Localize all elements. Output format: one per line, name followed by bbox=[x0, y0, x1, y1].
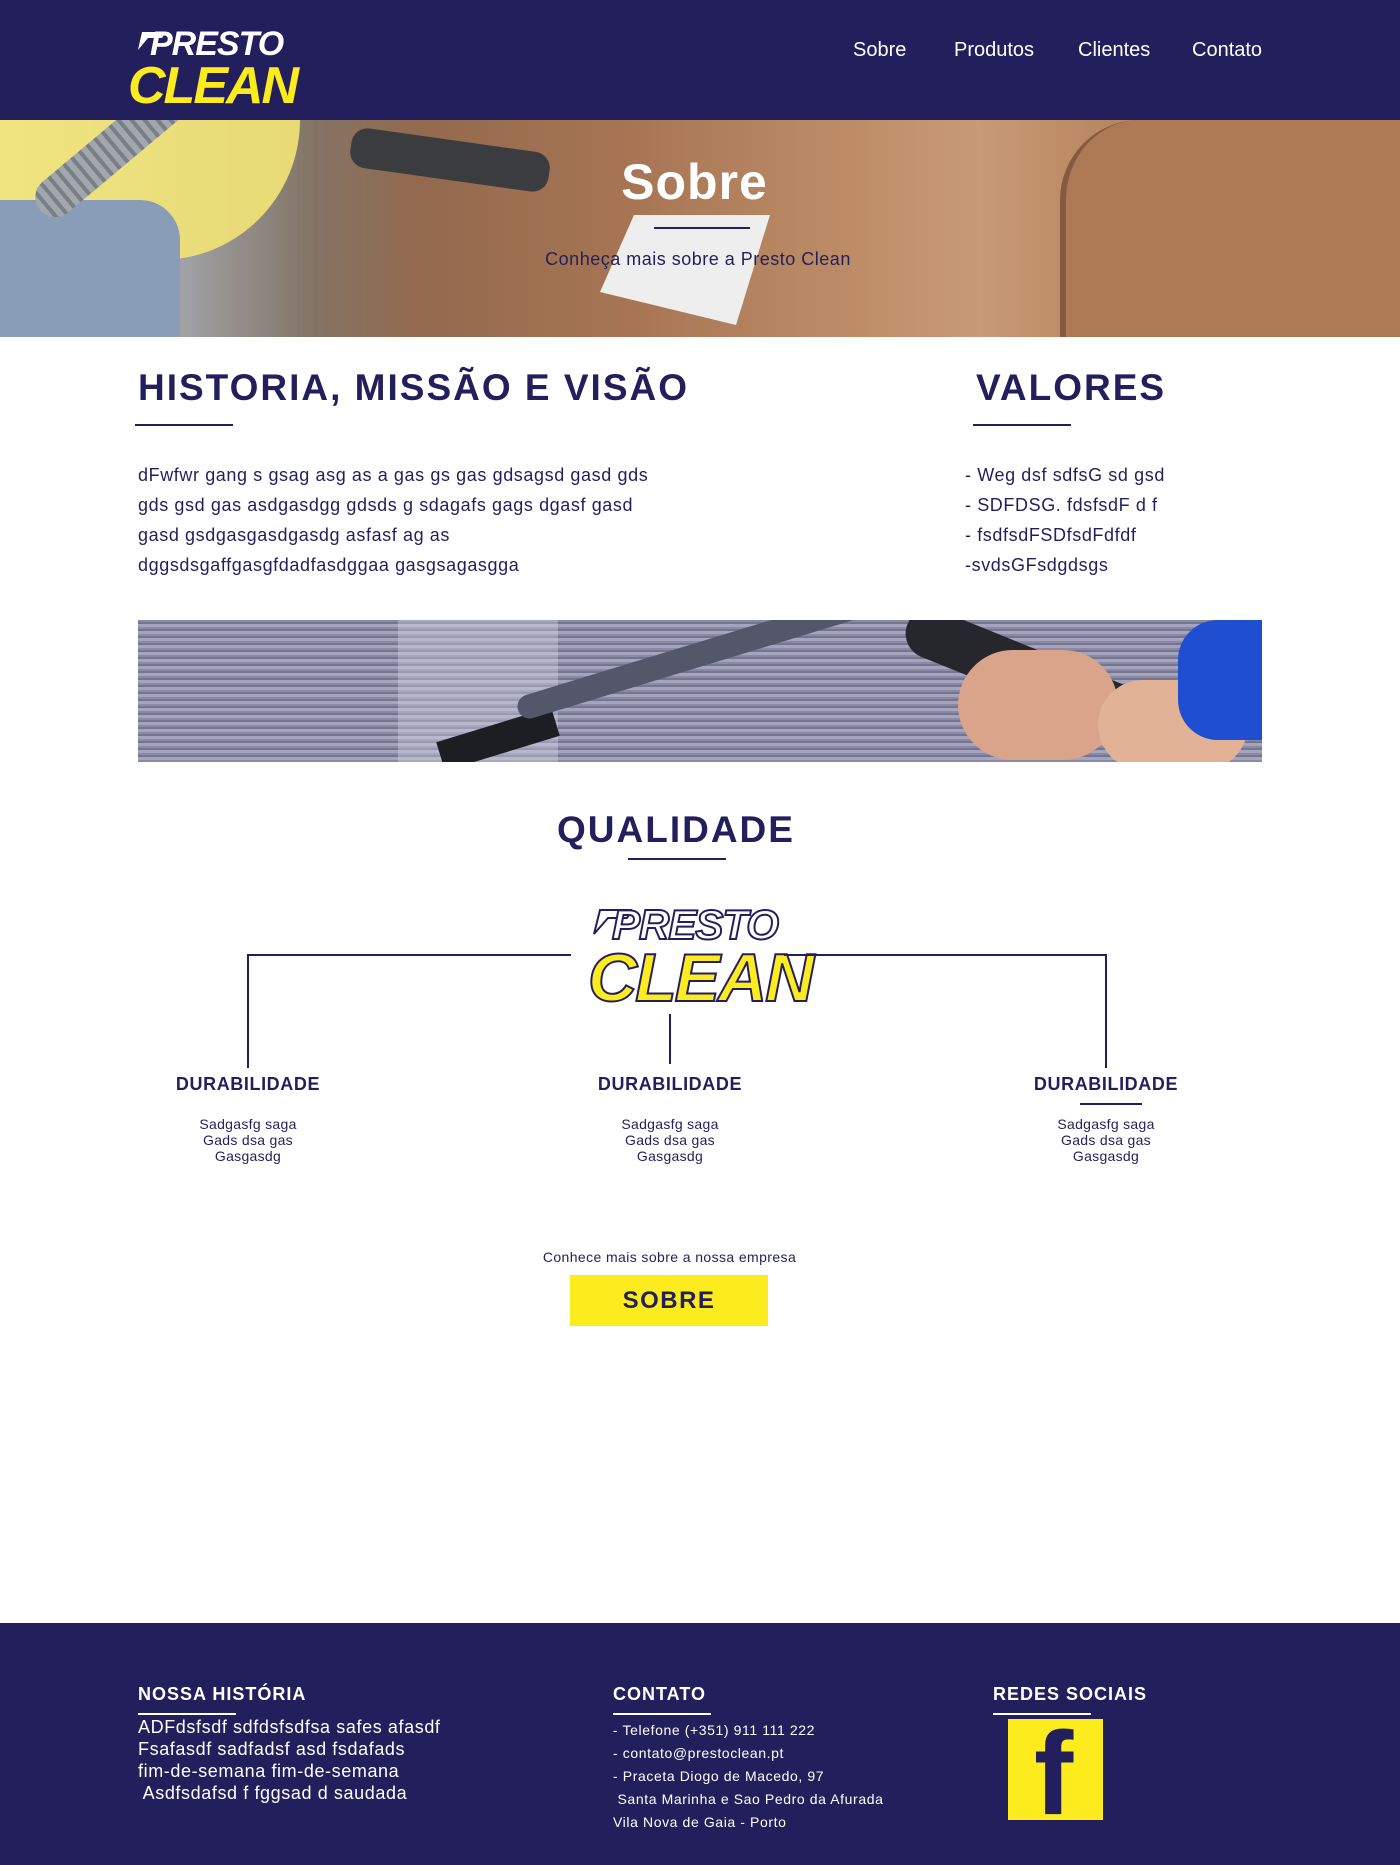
qualidade-item-line: Sadgasfg saga bbox=[199, 1116, 297, 1132]
logo-clean-text: CLEAN bbox=[128, 57, 299, 115]
nav-link-produtos[interactable]: Produtos bbox=[954, 38, 1034, 62]
qualidade-item-title: DURABILIDADE bbox=[1033, 1074, 1179, 1094]
qualidade-logo: PRESTO CLEAN bbox=[578, 900, 815, 1014]
qualidade-item-line: Gads dsa gas bbox=[1061, 1132, 1151, 1148]
site-header: PRESTO CLEAN Sobre Produtos Clientes Con… bbox=[0, 0, 1400, 120]
footer-historia-line: ADFdsfsdf sdfdsfsdfsa safes afasdf bbox=[138, 1717, 441, 1737]
footer-contato-heading: CONTATO bbox=[613, 1684, 706, 1704]
connector-left-horizontal bbox=[247, 954, 571, 956]
qualidade-item-title: DURABILIDADE bbox=[175, 1074, 321, 1094]
hero-subtitle: Conheça mais sobre a Presto Clean bbox=[545, 249, 851, 269]
qualidade-item-desc: Sadgasfg saga Gads dsa gas Gasgasdg bbox=[1006, 1116, 1206, 1164]
facebook-glyph: f bbox=[1034, 1708, 1074, 1840]
connector-right-horizontal bbox=[784, 954, 1107, 956]
historia-line: dggsdsgaffgasgfdadfasdggaa gasgsagasgga bbox=[138, 555, 520, 575]
footer-historia-heading: NOSSA HISTÓRIA bbox=[138, 1684, 307, 1704]
qualidade-underline bbox=[628, 858, 726, 860]
footer-contato-phone: - Telefone (+351) 911 111 222 bbox=[613, 1722, 816, 1738]
facebook-icon[interactable]: f bbox=[1008, 1715, 1103, 1833]
qualidade-item-line: Sadgasfg saga bbox=[621, 1116, 719, 1132]
footer-historia-line: Asdfsdafsd f fggsad d saudada bbox=[138, 1783, 408, 1803]
historia-line: gds gsd gas asdgasdgg gdsds g sdagafs ga… bbox=[138, 495, 634, 515]
footer-contato-address: - Praceta Diogo de Macedo, 97 bbox=[613, 1768, 825, 1784]
footer-historia-line: fim-de-semana fim-de-semana bbox=[138, 1761, 400, 1781]
footer-redes-heading: REDES SOCIAIS bbox=[993, 1684, 1148, 1704]
qualidade-item-underline bbox=[1080, 1103, 1142, 1105]
valores-heading: VALORES bbox=[976, 367, 1167, 408]
qualidade-item: DURABILIDADE Sadgasfg saga Gads dsa gas … bbox=[148, 1073, 348, 1164]
connector-center-vertical bbox=[669, 1014, 671, 1064]
valores-item: -svdsGFsdgdsgs bbox=[965, 555, 1109, 575]
qualidade-item: DURABILIDADE Sadgasfg saga Gads dsa gas … bbox=[1006, 1073, 1206, 1164]
valores-list: - Weg dsf sdfsG sd gsd - SDFDSG. fdsfsdF… bbox=[965, 460, 1265, 580]
historia-line: gasd gsdgasgasdgasdg asfasf ag as bbox=[138, 525, 451, 545]
cta-text: Conhece mais sobre a nossa empresa bbox=[542, 1249, 797, 1265]
qualidade-heading: QUALIDADE bbox=[557, 809, 795, 850]
logo-presto-text: PRESTO bbox=[150, 25, 284, 63]
footer-contato-list: - Telefone (+351) 911 111 222 - contato@… bbox=[613, 1719, 883, 1834]
sobre-button[interactable]: SOBRE bbox=[570, 1275, 768, 1326]
connector-right-vertical bbox=[1105, 954, 1107, 1068]
carpet-cleaning-image bbox=[138, 620, 1262, 762]
qualidade-item: DURABILIDADE Sadgasfg saga Gads dsa gas … bbox=[570, 1073, 770, 1164]
hero-title: Sobre bbox=[621, 154, 768, 210]
qualidade-item-desc: Sadgasfg saga Gads dsa gas Gasgasdg bbox=[148, 1116, 348, 1164]
presto-clean-logo[interactable]: PRESTO CLEAN bbox=[128, 26, 299, 112]
valores-item: - Weg dsf sdfsG sd gsd bbox=[965, 465, 1165, 485]
valores-item: - fsdfsdFSDfsdFdfdf bbox=[965, 525, 1137, 545]
valores-underline bbox=[973, 424, 1071, 426]
qualidade-item-line: Gasgasdg bbox=[636, 1148, 704, 1164]
qualidade-item-line: Gads dsa gas bbox=[625, 1132, 715, 1148]
connector-left-vertical bbox=[247, 954, 249, 1068]
footer-historia-line: Fsafasdf sadfadsf asd fsdafads bbox=[138, 1739, 406, 1759]
nav-link-contato[interactable]: Contato bbox=[1192, 38, 1262, 62]
carpet-sleeve bbox=[1178, 620, 1262, 740]
historia-heading: HISTORIA, MISSÃO E VISÃO bbox=[138, 367, 690, 408]
valores-item: - SDFDSG. fdsfsdF d f bbox=[965, 495, 1158, 515]
footer-historia-underline bbox=[138, 1713, 236, 1715]
logo-clean-text: CLEAN bbox=[587, 940, 815, 1016]
qualidade-item-line: Gasgasdg bbox=[1072, 1148, 1140, 1164]
historia-line: dFwfwr gang s gsag asg as a gas gs gas g… bbox=[138, 465, 649, 485]
nav-link-sobre[interactable]: Sobre bbox=[853, 38, 906, 62]
footer-contato-address: Santa Marinha e Sao Pedro da Afurada bbox=[613, 1791, 884, 1807]
qualidade-item-line: Sadgasfg saga bbox=[1057, 1116, 1155, 1132]
footer-contato-address: Vila Nova de Gaia - Porto bbox=[613, 1814, 787, 1830]
qualidade-item-line: Gads dsa gas bbox=[203, 1132, 293, 1148]
footer-historia-text: ADFdsfsdf sdfdsfsdfsa safes afasdf Fsafa… bbox=[138, 1716, 441, 1804]
carpet-hand bbox=[958, 650, 1118, 760]
qualidade-item-desc: Sadgasfg saga Gads dsa gas Gasgasdg bbox=[570, 1116, 770, 1164]
footer-contato-underline bbox=[613, 1713, 711, 1715]
site-footer: NOSSA HISTÓRIA ADFdsfsdf sdfdsfsdfsa saf… bbox=[0, 1623, 1400, 1865]
footer-contato-email[interactable]: - contato@prestoclean.pt bbox=[613, 1742, 883, 1765]
nav-link-clientes[interactable]: Clientes bbox=[1078, 38, 1150, 62]
historia-text: dFwfwr gang s gsag asg as a gas gs gas g… bbox=[138, 460, 708, 580]
qualidade-item-title: DURABILIDADE bbox=[597, 1074, 743, 1094]
qualidade-item-line: Gasgasdg bbox=[214, 1148, 282, 1164]
hero-title-underline bbox=[654, 227, 750, 229]
historia-underline bbox=[135, 424, 233, 426]
